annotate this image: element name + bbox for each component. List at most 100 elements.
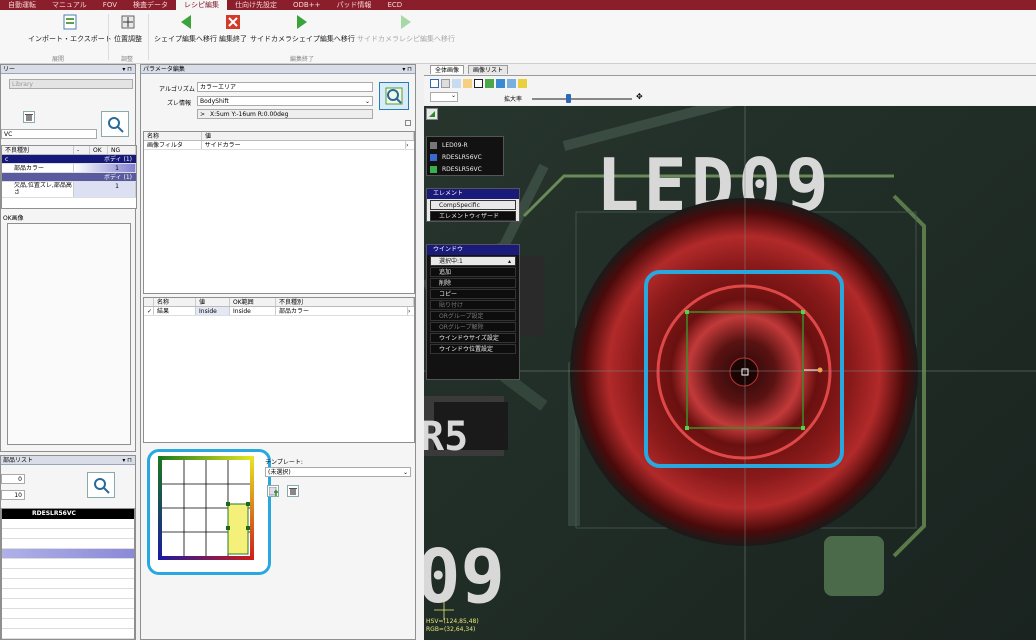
inspect-button[interactable]: [101, 111, 129, 137]
delete-button[interactable]: [23, 111, 35, 123]
position-adjust-label: 位置調整: [114, 35, 142, 43]
window-menu-item[interactable]: コピー: [430, 289, 516, 299]
part-overlay-item[interactable]: RDESLR56VC: [427, 151, 503, 163]
list-item[interactable]: [2, 619, 134, 629]
menu-item[interactable]: FOV: [95, 0, 125, 10]
part-overlay-item[interactable]: LED09-R: [427, 139, 503, 151]
zoom-icon[interactable]: [463, 79, 472, 88]
window-icon[interactable]: [474, 79, 483, 88]
algorithm-field[interactable]: カラーエリア: [197, 82, 373, 92]
mode-select[interactable]: ⌄: [430, 92, 458, 102]
pin-icon[interactable]: [426, 108, 438, 120]
library-panel: リー ▾ ⊓ Library VC 不良種別 - OK NG c ボディ (1) …: [0, 64, 137, 452]
list-item[interactable]: [2, 569, 134, 579]
cell: 部品カラー: [2, 164, 74, 172]
color-range-highlight: [147, 449, 271, 575]
list-item[interactable]: [2, 539, 134, 549]
magnifier-icon: [94, 478, 110, 494]
table-row[interactable]: ✓ 結果 Inside Inside 部品カラー ›: [144, 307, 414, 316]
silkscreen-r5: R5: [424, 414, 468, 460]
image-viewer[interactable]: LED09 09 R5 LED09-R RDESLR56VC RDESLR56VC: [424, 106, 1036, 640]
tab-whole-image[interactable]: 全体画像: [430, 65, 465, 74]
table-row[interactable]: ボディ (1): [2, 173, 136, 182]
template-select[interactable]: (未選択) ⌄: [265, 467, 411, 477]
list-item[interactable]: [2, 599, 134, 609]
tab-image-list[interactable]: 画像リスト: [468, 65, 509, 74]
row-checkbox[interactable]: ✓: [144, 307, 154, 315]
comp-specific-item[interactable]: CompSpecific: [430, 200, 516, 210]
window-menu-item[interactable]: ORグループ設定: [430, 311, 516, 321]
magnifier-icon: [108, 117, 124, 133]
menu-item[interactable]: ECD: [379, 0, 410, 10]
cell: ボディ (1): [104, 156, 132, 163]
hand-icon[interactable]: [441, 79, 450, 88]
table-row[interactable]: 画像フィルタ サイドカラー ›: [144, 141, 414, 150]
menu-item[interactable]: 自動運転: [0, 0, 44, 10]
menu-item[interactable]: マニュアル: [44, 0, 95, 10]
collapse-icon[interactable]: [405, 120, 411, 126]
chevron-right-icon[interactable]: ›: [408, 307, 414, 315]
shift-info-select[interactable]: BodyShift ⌄: [197, 96, 373, 106]
expand-icon[interactable]: >: [200, 110, 210, 118]
side-camera-shape-button[interactable]: サイドカメラシェイプ編集へ移行: [250, 14, 355, 44]
trash-icon: [289, 488, 297, 495]
pointer-icon[interactable]: [430, 79, 439, 88]
position-adjust-button[interactable]: 位置調整: [114, 14, 142, 44]
parts-inspect-button[interactable]: [87, 472, 115, 498]
table-row[interactable]: 欠品,位置ズレ,部品高さ 1: [2, 182, 136, 198]
table-row[interactable]: 部品カラー 1: [2, 164, 136, 173]
window-menu-item[interactable]: 削除: [430, 278, 516, 288]
color-range-chart[interactable]: [150, 452, 268, 572]
ribbon-separator: [148, 14, 149, 60]
zoom-label: 拡大率: [504, 96, 523, 103]
model-combo[interactable]: VC: [1, 129, 97, 139]
list-item[interactable]: [2, 589, 134, 599]
import-export-button[interactable]: インポート・エクスポート: [28, 14, 112, 44]
template-value: (未選択): [268, 469, 291, 476]
part-type-icon: [430, 165, 437, 173]
move-icon[interactable]: ✥: [636, 92, 643, 101]
window-selected-item[interactable]: 選択中:1 ▴: [430, 256, 516, 266]
green-tool-icon[interactable]: [485, 79, 494, 88]
zoom-slider-thumb[interactable]: [566, 94, 571, 103]
delete-template-button[interactable]: [287, 485, 299, 497]
zoom-slider-track[interactable]: [532, 98, 632, 100]
shape-edit-button[interactable]: シェイプ編集へ移行: [154, 14, 217, 44]
parts-count-field[interactable]: 0: [1, 474, 25, 484]
trash-icon: [25, 114, 33, 121]
list-item[interactable]: [2, 609, 134, 619]
image-icon[interactable]: [507, 79, 516, 88]
menu-item[interactable]: 検査データ: [125, 0, 176, 10]
list-item[interactable]: [2, 549, 134, 559]
part-overlay-item[interactable]: RDESLR56VC: [427, 163, 503, 175]
book-icon[interactable]: [518, 79, 527, 88]
side-camera-recipe-button[interactable]: サイドカメラレシピ編集へ移行: [357, 14, 455, 44]
menu-item[interactable]: 仕向け先設定: [227, 0, 285, 10]
window-menu-item[interactable]: ウインドウサイズ設定: [430, 333, 516, 343]
parts-list-title: 部品リスト ▾ ⊓: [1, 456, 135, 465]
list-item[interactable]: [2, 519, 134, 529]
window-menu-item[interactable]: 貼り付け: [430, 300, 516, 310]
list-item[interactable]: [2, 529, 134, 539]
window-menu-item[interactable]: ORグループ解除: [430, 322, 516, 332]
parts-step-field[interactable]: 10: [1, 490, 25, 500]
menu-item[interactable]: ODB++: [285, 0, 328, 10]
window-menu-item[interactable]: 追加: [430, 267, 516, 277]
zoom-fit-icon[interactable]: [452, 79, 461, 88]
element-wizard-item[interactable]: エレメントウィザード: [430, 211, 516, 221]
window-menu-item[interactable]: ウインドウ位置設定: [430, 344, 516, 354]
menu-item[interactable]: パッド情報: [328, 0, 379, 10]
edit-end-button[interactable]: 編集終了: [219, 14, 247, 44]
list-item[interactable]: [2, 579, 134, 589]
refresh-icon[interactable]: [496, 79, 505, 88]
chevron-down-icon: ⌄: [402, 469, 408, 476]
parts-list-panel: 部品リスト ▾ ⊓ 0 10 RDESLR56VC: [0, 455, 136, 640]
menu-item[interactable]: レシピ編集: [176, 0, 227, 10]
library-select[interactable]: Library: [9, 79, 133, 89]
list-item[interactable]: [2, 559, 134, 569]
param-inspect-button[interactable]: [379, 82, 409, 110]
chevron-right-icon[interactable]: ›: [406, 141, 414, 149]
list-item[interactable]: [2, 629, 134, 639]
table-row[interactable]: c ボディ (1): [2, 155, 136, 164]
add-template-button[interactable]: [267, 485, 279, 497]
